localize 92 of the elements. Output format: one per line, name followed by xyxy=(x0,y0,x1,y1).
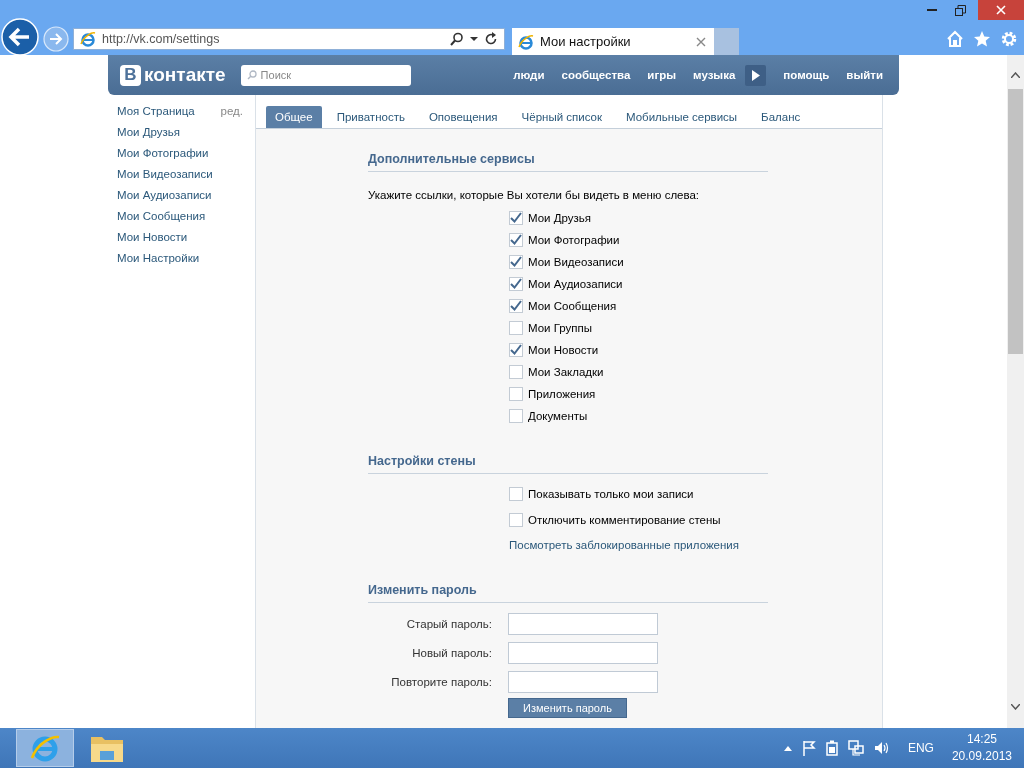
checkbox[interactable] xyxy=(509,365,523,379)
settings-tab[interactable]: Общее xyxy=(266,106,322,128)
clock-date[interactable]: 20.09.2013 xyxy=(951,748,1012,765)
address-bar[interactable]: http://vk.com/settings xyxy=(73,27,505,50)
browser-tab[interactable]: Мои настройки xyxy=(512,28,714,55)
back-button[interactable] xyxy=(1,17,39,56)
sidebar-link[interactable]: Мои Видеозаписи xyxy=(117,168,213,189)
section-title: Дополнительные сервисы xyxy=(368,129,768,172)
password-field[interactable] xyxy=(508,671,658,693)
checkbox[interactable] xyxy=(509,255,523,269)
checkbox-label: Документы xyxy=(528,410,588,422)
nav-link[interactable]: сообщества xyxy=(561,69,631,81)
search-field[interactable]: Поиск xyxy=(240,64,411,86)
scrollbar-thumb[interactable] xyxy=(1008,89,1023,354)
nav-link[interactable]: люди xyxy=(513,69,545,81)
checkbox-label: Мои Группы xyxy=(528,322,593,334)
checkbox[interactable] xyxy=(509,211,523,225)
checkbox-label: Мои Фотографии xyxy=(528,234,620,246)
edit-link[interactable]: ред. xyxy=(220,105,243,126)
nav-link[interactable]: помощь xyxy=(783,69,830,81)
instruction-text: Укажите ссылки, которые Вы хотели бы видеть в меню слева: xyxy=(368,189,701,201)
url-text: http://vk.com/settings xyxy=(102,31,221,46)
nav-link[interactable]: музыка xyxy=(693,69,736,81)
checkbox-label: Мои Новости xyxy=(528,344,599,356)
field-label: Повторите пароль: xyxy=(390,676,492,688)
field-label: Старый пароль: xyxy=(405,618,492,630)
sidebar-link[interactable]: Мои Новости xyxy=(117,231,188,252)
checkbox-label: Мои Закладки xyxy=(528,366,604,378)
forward-button[interactable] xyxy=(43,25,69,52)
tab-title: Мои настройки xyxy=(540,34,632,49)
checkbox-label: Отключить комментирование стены xyxy=(528,514,721,526)
settings-icon[interactable] xyxy=(1000,29,1018,48)
scroll-up-icon[interactable] xyxy=(1011,72,1020,78)
volume-icon[interactable] xyxy=(873,740,890,756)
password-field[interactable] xyxy=(508,642,658,664)
search-icon[interactable] xyxy=(450,31,464,46)
sidebar-link[interactable]: Мои Аудиозаписи xyxy=(117,189,212,210)
settings-tab[interactable]: Оповещения xyxy=(419,106,507,128)
checkbox[interactable] xyxy=(509,343,523,357)
close-tab-icon[interactable] xyxy=(696,36,706,47)
password-field[interactable] xyxy=(508,613,658,635)
checkbox-label: Приложения xyxy=(528,388,596,400)
scrollbar[interactable] xyxy=(1007,55,1024,728)
sidebar-link[interactable]: Мои Настройки xyxy=(117,252,200,273)
scroll-down-icon[interactable] xyxy=(1011,704,1020,710)
language-indicator[interactable]: ENG xyxy=(907,741,934,755)
clock-time[interactable]: 14:25 xyxy=(966,731,997,748)
checkbox[interactable] xyxy=(509,299,523,313)
checkbox[interactable] xyxy=(509,409,523,423)
show-hidden-icons-icon[interactable] xyxy=(783,745,792,751)
settings-tab[interactable]: Приватность xyxy=(327,106,414,128)
settings-tab[interactable]: Баланс xyxy=(752,106,810,128)
section-title: Настройки стены xyxy=(368,431,768,474)
change-password-button[interactable]: Изменить пароль xyxy=(508,698,627,718)
blocked-apps-link[interactable]: Посмотреть заблокированные приложения xyxy=(509,539,768,551)
site-logo[interactable]: В контакте xyxy=(120,64,226,86)
logo-mark: В xyxy=(120,64,141,86)
field-label: Новый пароль: xyxy=(411,647,492,659)
checkbox[interactable] xyxy=(509,513,523,527)
sidebar-link[interactable]: Мои Сообщения xyxy=(117,210,206,231)
checkbox-label: Показывать только мои записи xyxy=(528,488,694,500)
restore-icon xyxy=(954,4,966,16)
checkbox-label: Мои Сообщения xyxy=(528,300,617,312)
search-icon xyxy=(246,70,257,80)
settings-tab[interactable]: Мобильные сервисы xyxy=(617,106,747,128)
flag-icon[interactable] xyxy=(801,740,816,756)
section-title: Изменить пароль xyxy=(368,560,768,603)
browser-logo-icon xyxy=(80,30,96,47)
refresh-icon[interactable] xyxy=(484,31,498,46)
settings-tab[interactable]: Чёрный список xyxy=(512,106,611,128)
checkbox[interactable] xyxy=(509,233,523,247)
sidebar-link[interactable]: Моя Страница xyxy=(117,105,195,126)
checkbox[interactable] xyxy=(509,487,523,501)
logo-text: контакте xyxy=(144,64,226,86)
checkbox[interactable] xyxy=(509,387,523,401)
checkbox[interactable] xyxy=(509,321,523,335)
checkbox-label: Мои Друзья xyxy=(528,212,592,224)
close-icon xyxy=(996,5,1006,15)
nav-link[interactable]: выйти xyxy=(846,69,883,81)
checkbox-label: Мои Аудиозаписи xyxy=(528,278,623,290)
sidebar-link[interactable]: Мои Фотографии xyxy=(117,147,209,168)
battery-icon[interactable] xyxy=(825,740,838,756)
play-icon xyxy=(751,69,760,81)
nav-link[interactable]: игры xyxy=(647,69,677,81)
play-button[interactable] xyxy=(745,64,767,86)
checkbox[interactable] xyxy=(509,277,523,291)
star-icon[interactable] xyxy=(973,29,991,48)
browser-logo-icon xyxy=(518,33,534,50)
home-icon[interactable] xyxy=(946,29,964,48)
sidebar-link[interactable]: Мои Друзья xyxy=(117,126,181,147)
checkbox-label: Мои Видеозаписи xyxy=(528,256,624,268)
minimize-icon xyxy=(927,9,937,11)
